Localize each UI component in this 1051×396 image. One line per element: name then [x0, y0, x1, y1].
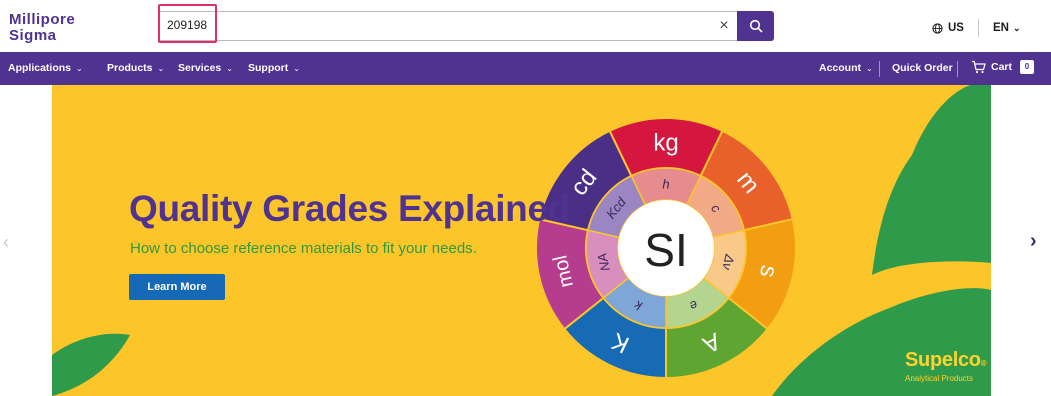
country-label: US — [948, 22, 964, 34]
nav-divider — [879, 61, 880, 77]
page: Millipore Sigma 209198 × US EN ⌄ Applica… — [0, 0, 1051, 396]
wheel-outer-label: kg — [653, 130, 678, 157]
language-selector[interactable]: EN ⌄ — [993, 22, 1021, 34]
nav-applications[interactable]: Applications ⌄ — [8, 62, 83, 74]
search-button[interactable] — [737, 11, 774, 41]
search-icon — [749, 19, 762, 33]
nav-label: Products — [107, 62, 153, 74]
nav-support[interactable]: Support ⌄ — [248, 62, 300, 74]
logo-line1: Millipore — [9, 11, 75, 28]
search-input[interactable] — [158, 11, 774, 41]
wheel-center-label: SI — [644, 224, 687, 276]
leaf-bottom-left — [52, 333, 130, 396]
hero-title: Quality Grades Explained — [129, 188, 571, 229]
nav-label: Services — [178, 62, 222, 74]
carousel-next-arrow[interactable]: › — [1030, 230, 1037, 253]
supelco-tagline: Analytical Products — [905, 374, 974, 383]
locale-divider — [977, 19, 979, 37]
nav-divider — [957, 61, 958, 77]
hero-banner[interactable]: kg h m c s Δν Ae Kk mol NA cd Kcd SI Quality Grades … — [52, 85, 991, 396]
hero-subtitle: How to choose reference materials to fit… — [130, 240, 477, 257]
chevron-down-icon: ⌄ — [157, 63, 165, 73]
nav-quick-order[interactable]: Quick Order — [892, 62, 953, 74]
nav-account[interactable]: Account ⌄ — [819, 62, 873, 74]
logo-line2: Sigma — [9, 27, 57, 43]
leaf-top-right — [872, 85, 991, 275]
chevron-down-icon: ⌄ — [226, 63, 233, 73]
close-icon: × — [719, 17, 729, 34]
language-label: EN — [992, 22, 1009, 34]
nav-label: Quick Order — [892, 62, 953, 74]
chevron-down-icon: ⌄ — [293, 63, 300, 73]
nav-products[interactable]: Products ⌄ — [107, 62, 164, 74]
locale-selector: US EN ⌄ — [932, 19, 1021, 37]
carousel-prev-arrow[interactable]: ‹ — [3, 232, 9, 253]
nav-label: Cart — [991, 61, 1013, 73]
milliporesigma-logo[interactable]: Millipore Sigma — [7, 9, 117, 43]
chevron-down-icon: ⌄ — [866, 63, 873, 73]
nav-label: Account — [819, 62, 861, 74]
nav-cart[interactable]: Cart 0 — [971, 60, 1035, 74]
search-value-highlight — [158, 4, 217, 43]
header: Millipore Sigma 209198 × US EN ⌄ — [0, 0, 1051, 52]
wheel-inner-label: h — [662, 177, 669, 192]
cart-icon — [972, 60, 986, 74]
si-units-wheel: kgh mcsΔνAeKkmol NAcdKcdSI — [535, 117, 797, 380]
chevron-down-icon: ⌄ — [76, 63, 83, 73]
nav-services[interactable]: Services ⌄ — [178, 62, 233, 74]
supelco-brand: Supelco — [905, 349, 981, 371]
clear-search-button[interactable]: × — [712, 12, 736, 40]
supelco-logo: Supelco® — [905, 349, 987, 371]
cart-count-badge: 0 — [1020, 60, 1035, 74]
nav-label: Support — [248, 62, 289, 74]
learn-more-button[interactable]: Learn More — [129, 274, 225, 300]
chevron-down-icon: ⌄ — [1012, 22, 1021, 33]
nav-label: Applications — [8, 62, 72, 74]
main-nav: Applications ⌄ Products ⌄ Services ⌄ Suppor… — [0, 52, 1051, 85]
globe-icon — [932, 22, 943, 34]
country-selector[interactable]: US — [932, 22, 964, 34]
